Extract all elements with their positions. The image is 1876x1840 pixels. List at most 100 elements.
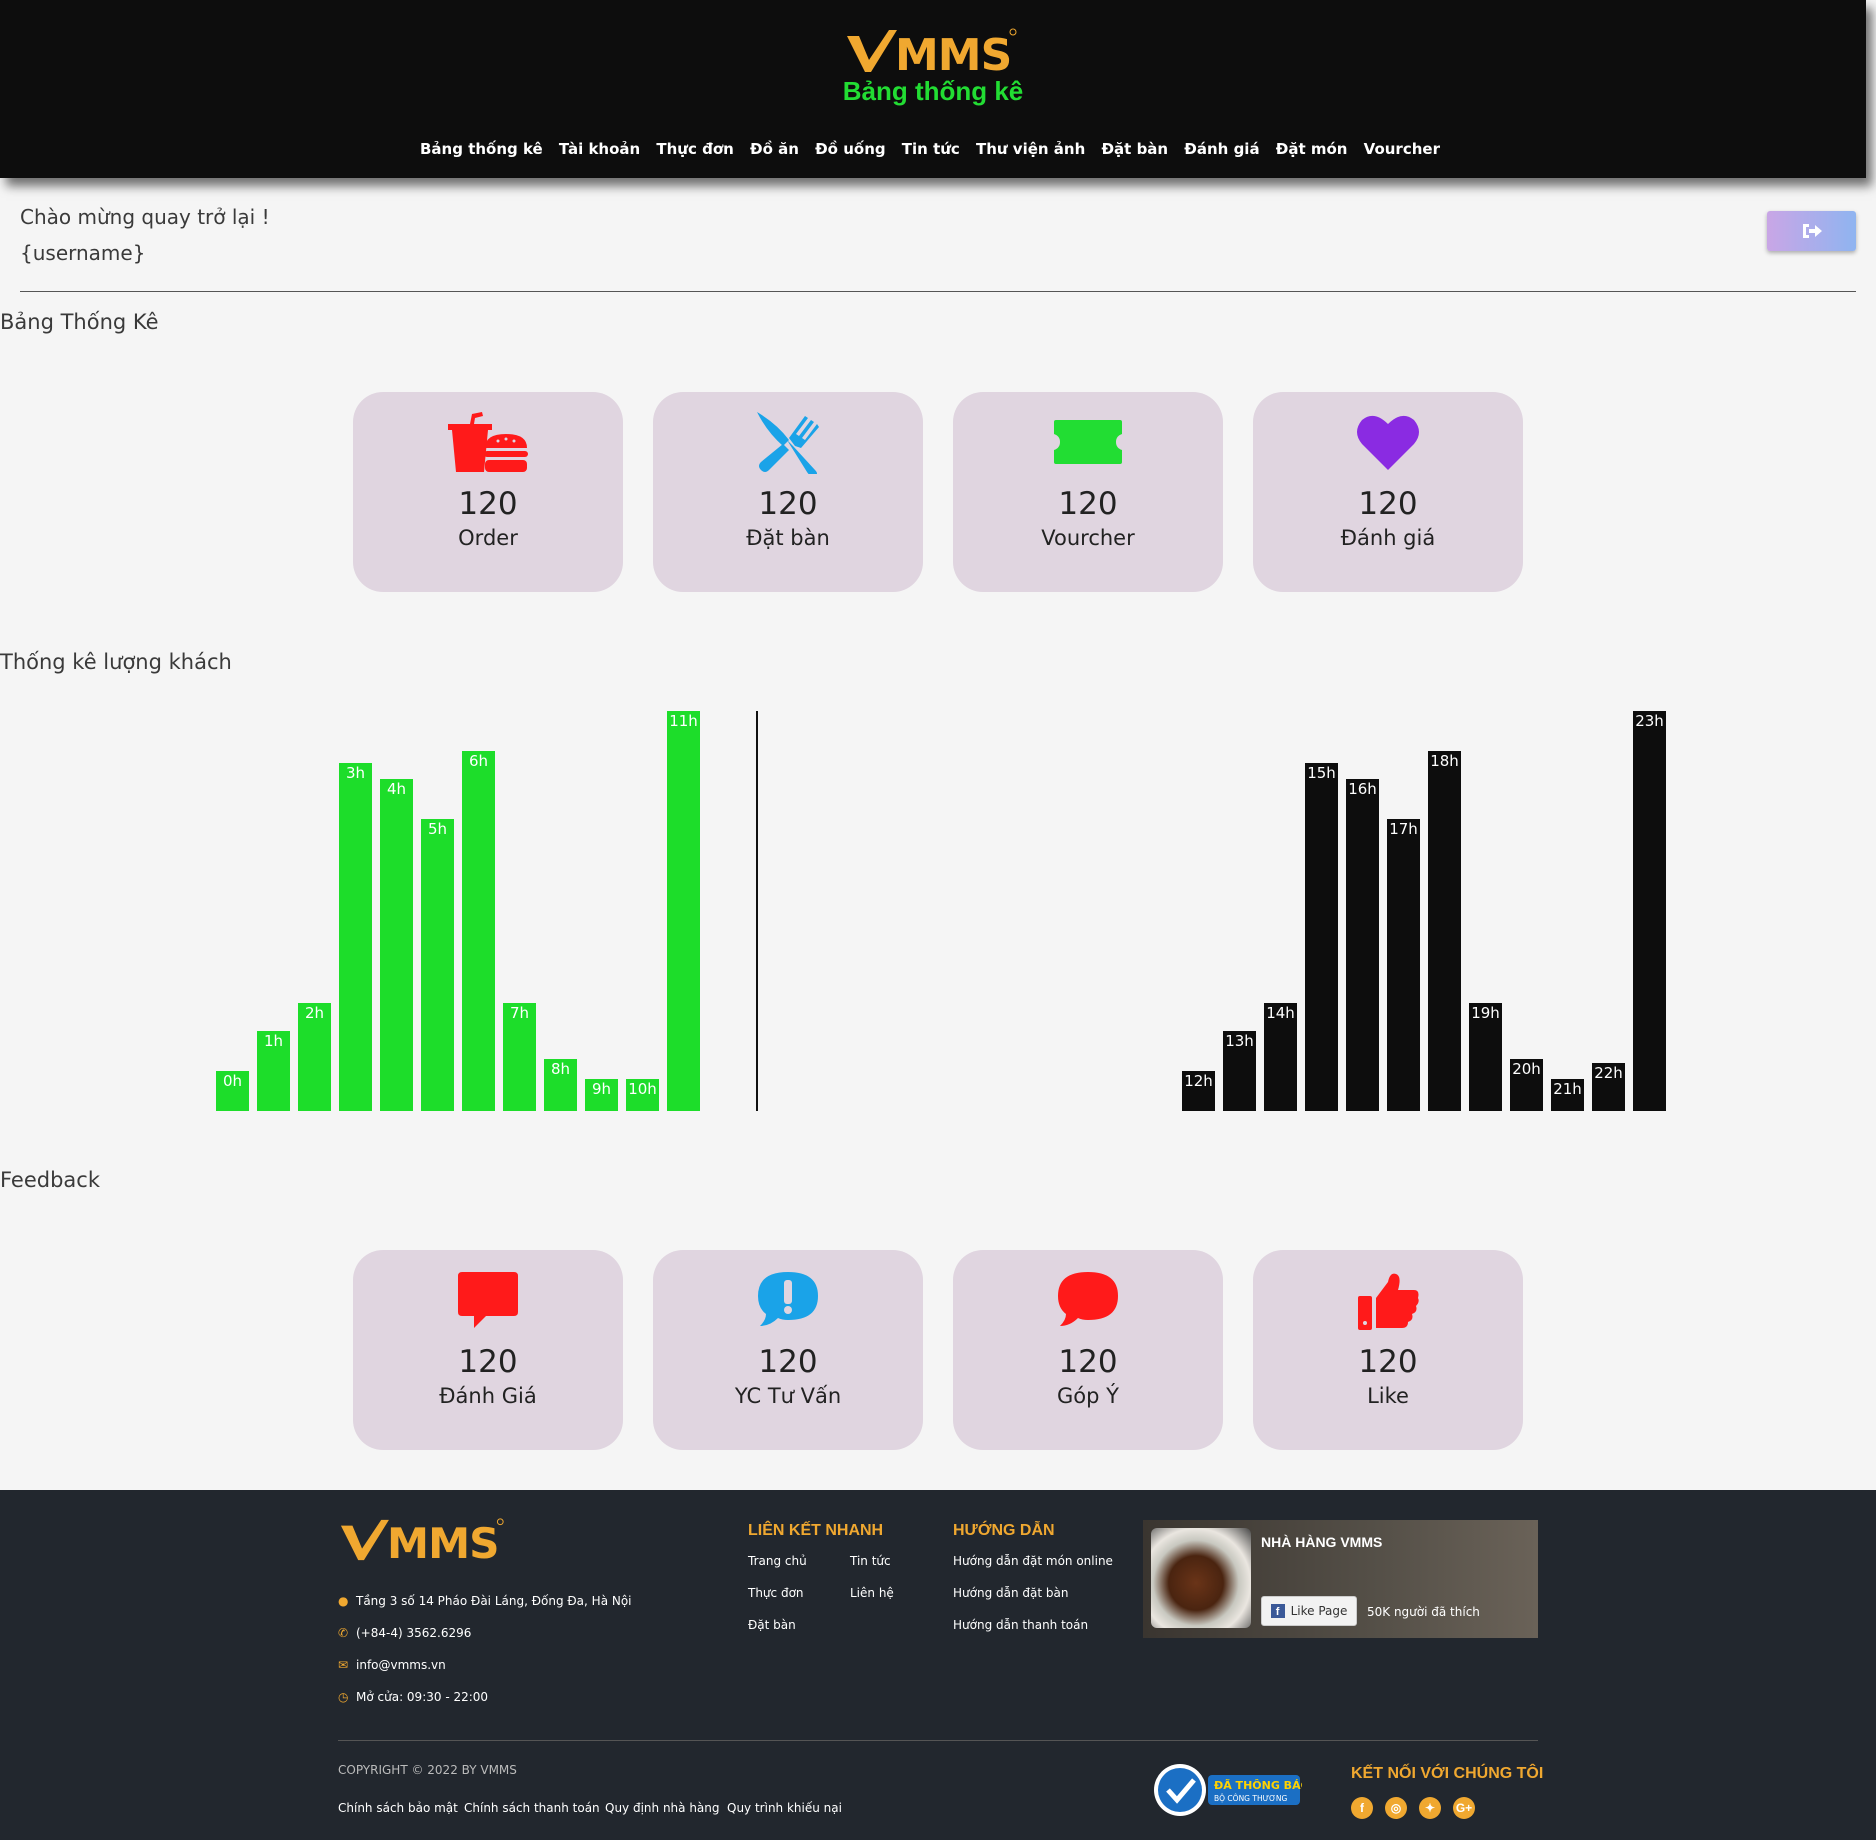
facebook-page-widget[interactable]: NHÀ HÀNG VMMS f Like Page 50K người đã t…	[1143, 1520, 1538, 1638]
feedback-value: 120	[1358, 1344, 1418, 1380]
bar-label-6h: 6h	[469, 752, 488, 770]
heart-icon	[1357, 415, 1419, 470]
bar-label-21h: 21h	[1553, 1080, 1582, 1098]
svg-text:MMS: MMS	[387, 1519, 499, 1564]
bar-label-0h: 0h	[223, 1072, 242, 1090]
svg-text:BỘ CÔNG THƯƠNG: BỘ CÔNG THƯƠNG	[1214, 1794, 1287, 1803]
bar-label-8h: 8h	[551, 1060, 570, 1078]
fb-like-count: 50K người đã thích	[1367, 1605, 1480, 1619]
comment-exclamation-icon	[758, 1272, 818, 1326]
policy-payment[interactable]: Chính sách thanh toán	[464, 1801, 600, 1815]
feedback-card-suggestion[interactable]: 120 Góp Ý	[953, 1250, 1223, 1450]
fb-page-name[interactable]: NHÀ HÀNG VMMS	[1261, 1534, 1382, 1550]
stat-value: 120	[758, 486, 818, 522]
footer-link-menu[interactable]: Thực đơn	[748, 1586, 804, 1600]
feedback-value: 120	[1058, 1344, 1118, 1380]
instagram-icon[interactable]: ◎	[1385, 1797, 1407, 1819]
svg-text:ĐÃ THÔNG BÁO: ĐÃ THÔNG BÁO	[1214, 1779, 1302, 1792]
nav-item-reservations[interactable]: Đặt bàn	[1101, 140, 1168, 158]
bar-label-19h: 19h	[1471, 1004, 1500, 1022]
feedback-label: Đánh Giá	[439, 1384, 537, 1408]
nav-item-reviews[interactable]: Đánh giá	[1184, 140, 1259, 158]
twitter-icon[interactable]: ✦	[1419, 1797, 1441, 1819]
stat-card-reservation[interactable]: 120 Đặt bàn	[653, 392, 923, 592]
footer-phone: ✆ (+84-4) 3562.6296	[338, 1626, 472, 1640]
bar-18h	[1428, 751, 1461, 1111]
facebook-icon: f	[1270, 1604, 1285, 1618]
welcome-message: Chào mừng quay trở lại !	[20, 205, 270, 229]
nav-item-voucher[interactable]: Vourcher	[1364, 140, 1440, 158]
bar-label-15h: 15h	[1307, 764, 1336, 782]
stat-label: Đánh giá	[1340, 526, 1436, 550]
footer-logo[interactable]: MMS	[338, 1516, 508, 1564]
thumbs-up-icon	[1358, 1273, 1419, 1330]
bar-label-18h: 18h	[1430, 752, 1459, 770]
stat-label: Đặt bàn	[746, 526, 830, 550]
svg-text:MMS: MMS	[895, 30, 1011, 76]
footer-link-reservation[interactable]: Đặt bàn	[748, 1618, 796, 1632]
nav-item-accounts[interactable]: Tài khoản	[559, 140, 640, 158]
feedback-card-like[interactable]: 120 Like	[1253, 1250, 1523, 1450]
bar-23h	[1633, 711, 1666, 1111]
nav-item-menu[interactable]: Thực đơn	[656, 140, 733, 158]
stat-card-voucher[interactable]: 120 Vourcher	[953, 392, 1223, 592]
vmms-logo[interactable]: MMS	[845, 26, 1020, 76]
traffic-chart: 0h 1h 2h 3h 4h 5h 6h 7h 8h 9h 10h 11h 12h 13h 14h 15h 16…	[216, 711, 1666, 1111]
restaurant-photo	[1151, 1528, 1251, 1628]
fb-like-button[interactable]: f Like Page	[1261, 1596, 1357, 1626]
footer-link-contact[interactable]: Liên hệ	[850, 1586, 894, 1600]
nav-item-dashboard[interactable]: Bảng thống kê	[420, 140, 543, 158]
bar-label-20h: 20h	[1512, 1060, 1541, 1078]
logout-button[interactable]	[1767, 211, 1856, 251]
ministry-badge[interactable]: ĐÃ THÔNG BÁO BỘ CÔNG THƯƠNG	[1152, 1762, 1302, 1818]
nav-item-gallery[interactable]: Thư viện ảnh	[976, 140, 1085, 158]
policy-rules[interactable]: Quy định nhà hàng	[605, 1801, 720, 1815]
bar-3h	[339, 763, 372, 1111]
map-marker-icon: ●	[338, 1594, 349, 1608]
bar-4h	[380, 779, 413, 1111]
feedback-value: 120	[458, 1344, 518, 1380]
footer-hours: ◷ Mở cửa: 09:30 - 22:00	[338, 1690, 489, 1704]
bar-15h	[1305, 763, 1338, 1111]
footer-link-home[interactable]: Trang chủ	[748, 1554, 807, 1568]
sign-out-icon	[1802, 224, 1822, 238]
nav-item-drinks[interactable]: Đồ uống	[815, 140, 886, 158]
footer-email: ✉ info@vmms.vn	[338, 1658, 446, 1672]
clock-icon: ◷	[338, 1690, 349, 1704]
google-plus-icon[interactable]: G+	[1453, 1797, 1475, 1819]
nav-item-food[interactable]: Đồ ăn	[750, 140, 799, 158]
feedback-value: 120	[758, 1344, 818, 1380]
guide-link-payment[interactable]: Hướng dẫn thanh toán	[953, 1618, 1088, 1632]
policy-complaint[interactable]: Quy trình khiếu nại	[727, 1801, 842, 1815]
stat-card-review[interactable]: 120 Đánh giá	[1253, 392, 1523, 592]
bar-label-1h: 1h	[264, 1032, 283, 1050]
bar-label-13h: 13h	[1225, 1032, 1254, 1050]
bar-label-17h: 17h	[1389, 820, 1418, 838]
bar-label-7h: 7h	[510, 1004, 529, 1022]
nav-item-news[interactable]: Tin tức	[902, 140, 960, 158]
nav-item-orders[interactable]: Đặt món	[1276, 140, 1348, 158]
comment-alt-icon	[458, 1272, 518, 1328]
guide-link-order[interactable]: Hướng dẫn đặt món online	[953, 1554, 1113, 1568]
stat-value: 120	[458, 486, 518, 522]
feedback-card-consult[interactable]: 120 YC Tư Vấn	[653, 1250, 923, 1450]
feedback-card-review[interactable]: 120 Đánh Giá	[353, 1250, 623, 1450]
bar-label-12h: 12h	[1184, 1072, 1213, 1090]
bar-label-2h: 2h	[305, 1004, 324, 1022]
bar-5h	[421, 819, 454, 1111]
policy-privacy[interactable]: Chính sách bảo mật	[338, 1801, 458, 1815]
feedback-label: Góp Ý	[1057, 1384, 1119, 1408]
bar-label-23h: 23h	[1635, 712, 1664, 730]
facebook-icon[interactable]: f	[1351, 1797, 1373, 1819]
bar-11h	[667, 711, 700, 1111]
footer: MMS ● Tầng 3 số 14 Pháo Đài Láng, Đống Đ…	[0, 1490, 1876, 1840]
guide-link-reservation[interactable]: Hướng dẫn đặt bàn	[953, 1586, 1068, 1600]
stats-section-title: Bảng Thống Kê	[0, 310, 159, 334]
guide-title: HƯỚNG DẪN	[953, 1522, 1055, 1539]
bar-17h	[1387, 819, 1420, 1111]
stat-card-order[interactable]: 120 Order	[353, 392, 623, 592]
footer-link-news[interactable]: Tin tức	[850, 1554, 891, 1568]
footer-divider	[338, 1740, 1538, 1741]
page-heading: Bảng thống kê	[842, 76, 1024, 106]
bar-6h	[462, 751, 495, 1111]
